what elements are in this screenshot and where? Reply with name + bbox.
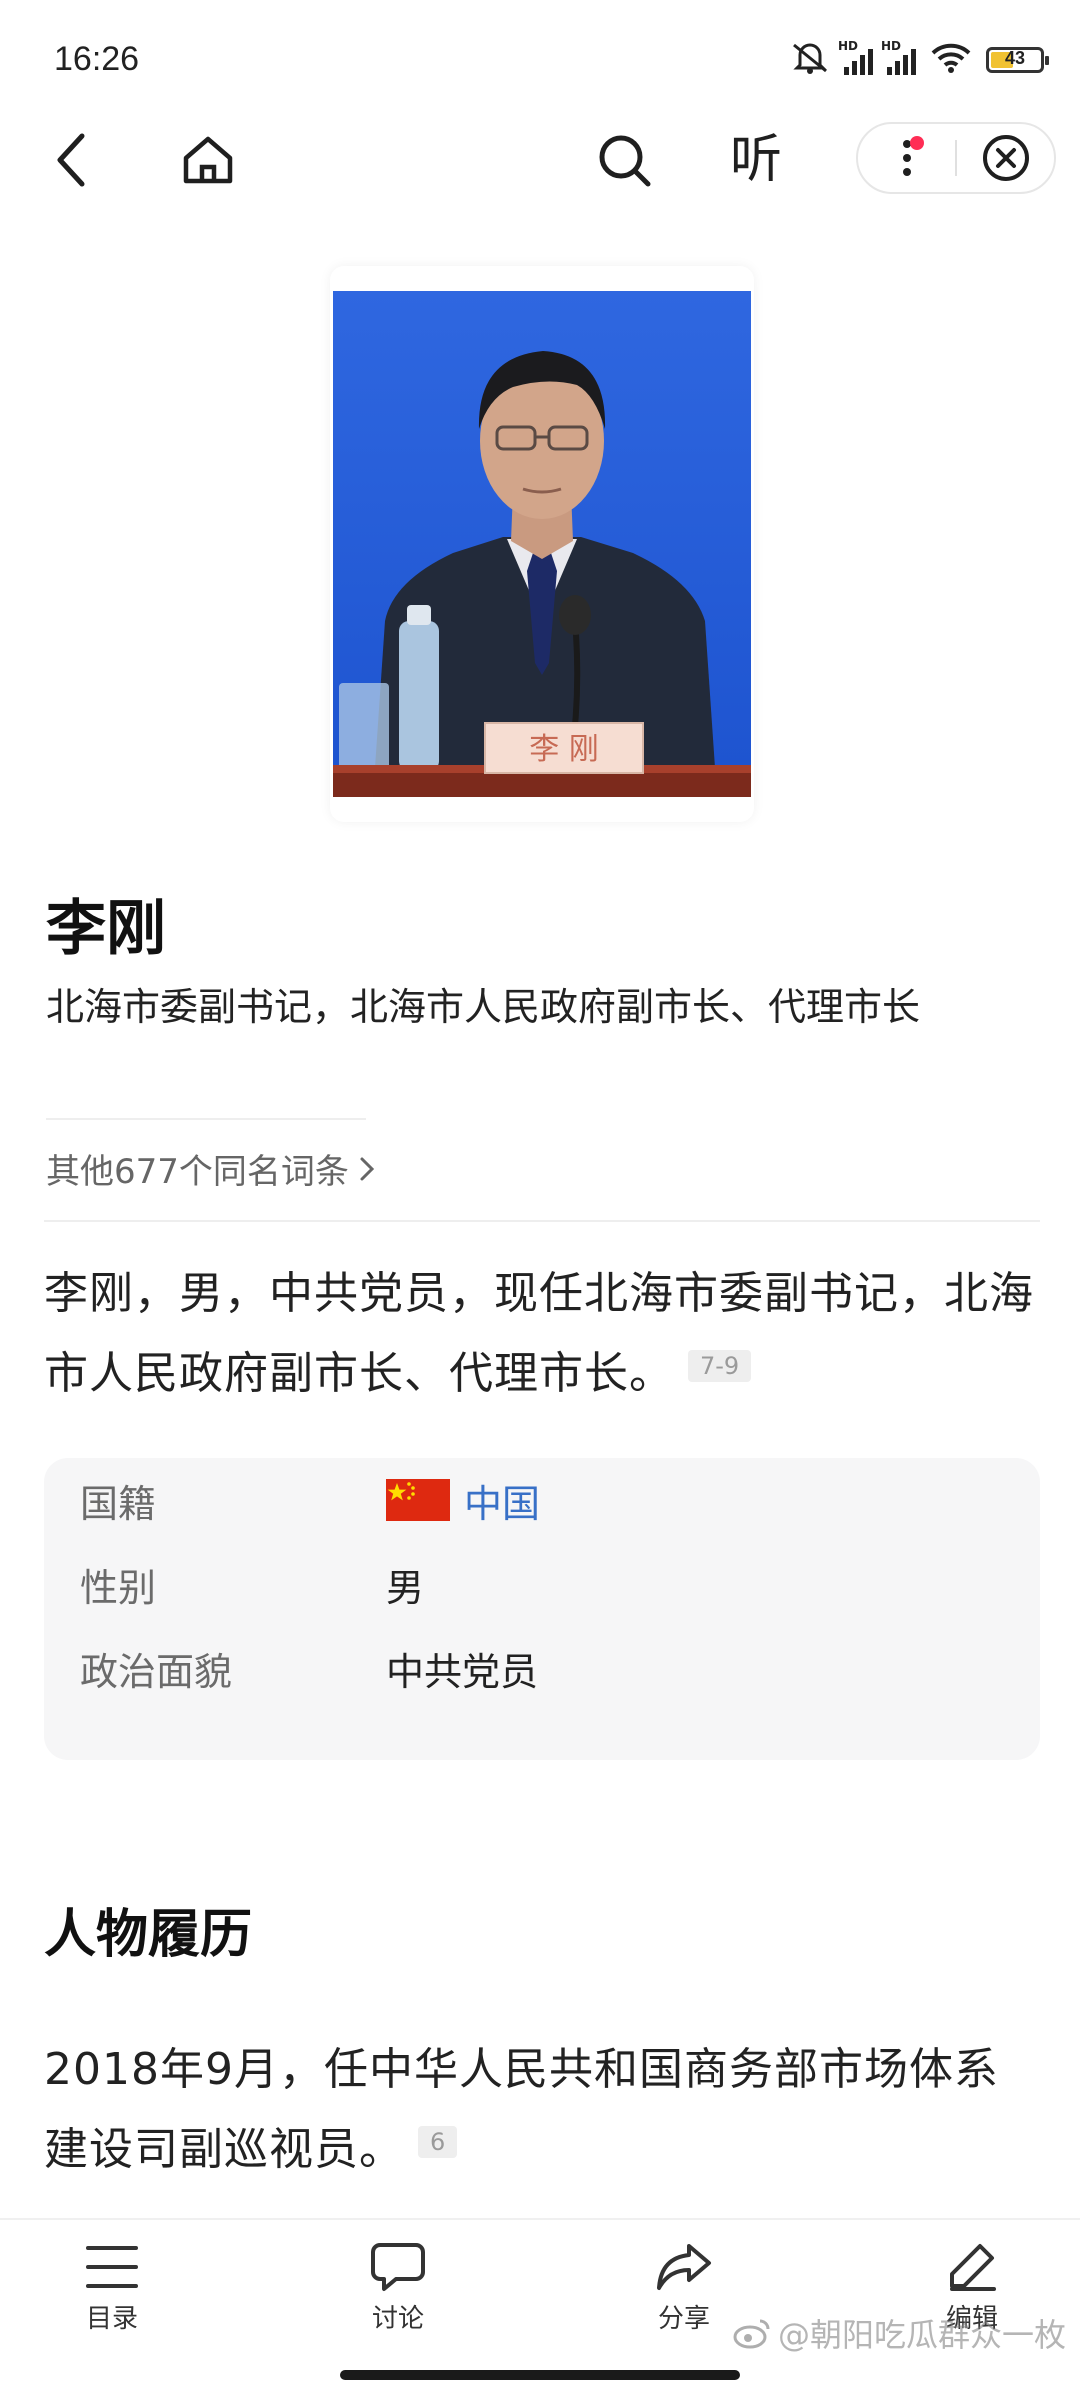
info-value: 中共党员 (386, 1649, 539, 1694)
search-icon (599, 135, 651, 187)
watermark: @朝阳吃瓜群众一枚 (732, 2310, 1066, 2356)
tab-label: 讨论 (371, 2304, 424, 2334)
notification-dot (910, 136, 924, 150)
china-flag-icon (386, 1479, 450, 1521)
mini-program-capsule (856, 122, 1056, 194)
same-name-entries-link[interactable]: 其他677个同名词条 (46, 1144, 375, 1193)
intro-paragraph: 李刚，男，中共党员，现任北海市委副书记，北海市人民政府副市长、代理市长。 7-9 (44, 1254, 1040, 1414)
signal-1-icon: HD (838, 39, 873, 75)
close-button[interactable] (957, 122, 1054, 194)
battery-icon: 43 (986, 47, 1049, 73)
comment-icon (371, 2243, 425, 2291)
tab-label: 目录 (85, 2304, 138, 2334)
divider (44, 1220, 1040, 1222)
portrait-photo[interactable]: 李 刚 (333, 291, 751, 797)
share-icon (657, 2244, 711, 2290)
list-icon (86, 2246, 138, 2288)
mute-vibrate-icon (790, 41, 830, 79)
same-name-label: 其他677个同名词条 (46, 1152, 349, 1192)
chevron-left-icon (57, 133, 85, 187)
section-title-career: 人物履历 (44, 1905, 253, 1965)
home-icon (183, 136, 233, 184)
home-button[interactable] (168, 120, 248, 200)
search-button[interactable] (584, 120, 664, 200)
listen-button[interactable]: 听 (716, 120, 796, 200)
info-value: 中国 (464, 1481, 541, 1526)
tab-table-of-contents[interactable]: 目录 (32, 2242, 192, 2335)
citation-badge[interactable]: 6 (418, 2126, 458, 2158)
chevron-right-icon (360, 1157, 375, 1180)
basic-info-box: 国籍 中国 性别 男 政治面貌 中共党员 (44, 1458, 1040, 1760)
info-key: 政治面貌 (80, 1649, 233, 1694)
career-paragraph: 2018年9月，任中华人民共和国商务部市场体系建设司副巡视员。 6 (44, 2030, 1040, 2190)
info-row-nationality: 国籍 中国 (80, 1470, 540, 1530)
watermark-text: @朝阳吃瓜群众一枚 (777, 2316, 1066, 2354)
entry-subtitle: 北海市委副书记，北海市人民政府副市长、代理市长 (46, 985, 921, 1029)
divider (46, 1118, 366, 1120)
tab-label: 分享 (657, 2304, 710, 2334)
signal-2-icon: HD (881, 39, 916, 75)
info-row-gender: 性别 男 (80, 1554, 424, 1614)
nameplate-text: 李 刚 (529, 732, 599, 767)
listen-label: 听 (729, 130, 782, 190)
tab-discuss[interactable]: 讨论 (318, 2242, 478, 2335)
info-value: 男 (386, 1565, 425, 1610)
status-icons: HD HD 43 (790, 39, 1049, 79)
intro-text: 李刚，男，中共党员，现任北海市委副书记，北海市人民政府副市长、代理市长。 (44, 1268, 1034, 1399)
info-row-political-status: 政治面貌 中共党员 (80, 1638, 538, 1698)
pencil-icon (950, 2244, 996, 2291)
more-menu-button[interactable] (858, 122, 955, 194)
career-text: 2018年9月，任中华人民共和国商务部市场体系建设司副巡视员。 (44, 2044, 999, 2175)
weibo-logo-icon (733, 2319, 770, 2349)
citation-badge[interactable]: 7-9 (688, 1350, 752, 1382)
info-key: 国籍 (80, 1481, 157, 1526)
back-button[interactable] (32, 120, 112, 200)
home-indicator[interactable] (340, 2370, 740, 2380)
wifi-icon (930, 42, 972, 78)
info-key: 性别 (80, 1565, 157, 1610)
entry-title: 李刚 (46, 894, 166, 964)
nationality-link[interactable]: 中国 (386, 1473, 540, 1528)
status-time: 16:26 (54, 40, 140, 78)
close-circle-icon (982, 135, 1029, 181)
